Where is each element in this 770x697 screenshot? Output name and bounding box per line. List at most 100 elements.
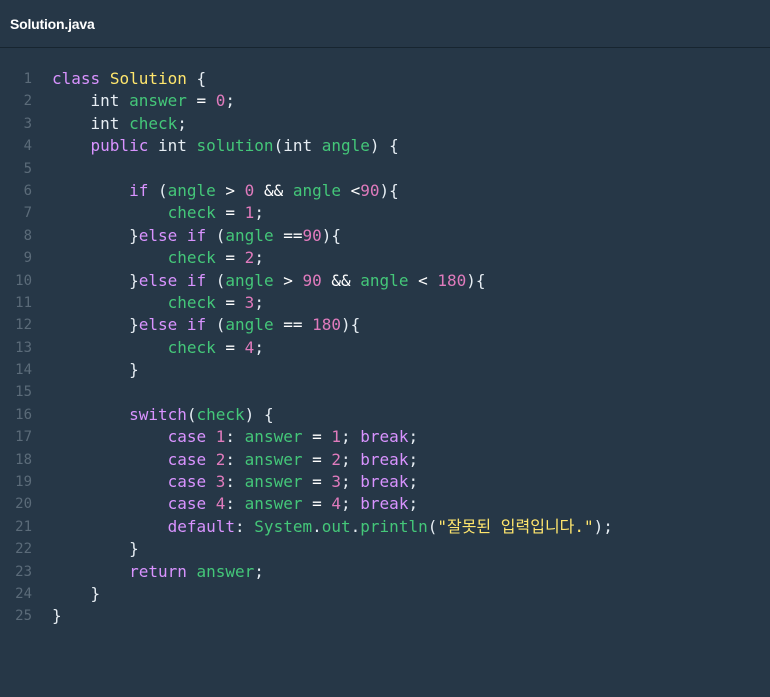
code-token: ( (427, 516, 438, 536)
code-token: } (52, 539, 139, 559)
code-token: default (167, 516, 236, 536)
code-text: } (32, 538, 139, 560)
line-number: 14 (15, 362, 32, 379)
code-token: int (52, 91, 130, 111)
code-token: 90 (360, 180, 380, 200)
code-token: angle (225, 225, 274, 245)
code-text: case 2: answer = 2; break; (32, 449, 419, 471)
code-text: check = 1; (32, 202, 264, 224)
code-text: default: System.out.println("잘못된 입력입니다."… (32, 516, 613, 538)
code-token: case (167, 472, 207, 492)
code-editor: Solution.java 1 class Solution {2 int ans… (0, 0, 770, 697)
line-number: 17 (15, 429, 32, 446)
code-line[interactable]: 15 (0, 381, 770, 403)
code-token: public (90, 136, 149, 156)
code-line[interactable]: 13 check = 4; (0, 337, 770, 359)
code-token: 3 (244, 292, 255, 312)
code-line[interactable]: 8 }else if (angle ==90){ (0, 225, 770, 247)
code-text: }else if (angle == 180){ (32, 314, 360, 336)
code-token: ( (206, 270, 226, 290)
code-token: ){ (466, 270, 486, 290)
line-number: 12 (15, 317, 32, 334)
code-token: = (215, 292, 245, 312)
code-text: public int solution(int angle) { (32, 135, 399, 157)
code-line[interactable]: 3 int check; (0, 113, 770, 135)
code-token: check (167, 337, 216, 357)
code-line[interactable]: 25} (0, 605, 770, 627)
code-token: < (341, 180, 361, 200)
line-number: 2 (23, 93, 32, 110)
line-number: 1 (23, 71, 32, 87)
code-token: angle (321, 136, 370, 156)
code-token: 90 (302, 225, 322, 245)
code-token: check (167, 248, 216, 268)
code-line[interactable]: 22 } (0, 538, 770, 560)
code-token: 1 (244, 203, 255, 223)
code-line[interactable]: 1 class Solution { (0, 68, 770, 90)
code-line[interactable]: 4 public int solution(int angle) { (0, 135, 770, 157)
code-token: 180 (437, 270, 467, 290)
code-line[interactable]: 6 if (angle > 0 && angle <90){ (0, 180, 770, 202)
code-line[interactable]: 9 check = 2; (0, 247, 770, 269)
code-text: int check; (32, 113, 187, 135)
code-line[interactable]: 10 }else if (angle > 90 && angle < 180){ (0, 270, 770, 292)
code-line[interactable]: 19 case 3: answer = 3; break; (0, 471, 770, 493)
code-token: Solution (109, 69, 187, 88)
code-text: if (angle > 0 && angle <90){ (32, 180, 399, 202)
code-token: (int (273, 136, 322, 156)
line-number: 25 (15, 608, 32, 625)
code-text: case 3: answer = 3; break; (32, 471, 419, 493)
code-line[interactable]: 7 check = 1; (0, 202, 770, 224)
code-line[interactable]: 20 case 4: answer = 4; break; (0, 493, 770, 515)
code-token: && (321, 270, 361, 290)
code-token: ; (254, 561, 264, 581)
code-token: ) { (369, 136, 399, 156)
code-token: else if (138, 315, 207, 335)
code-token: check (129, 113, 178, 133)
code-token: } (52, 270, 139, 290)
code-token: = (215, 203, 245, 223)
code-token: } (52, 315, 139, 335)
code-token: { (186, 69, 207, 88)
code-token: . (350, 516, 361, 536)
code-text: }else if (angle ==90){ (32, 225, 341, 247)
code-token: < (408, 270, 438, 290)
code-line[interactable]: 14 } (0, 359, 770, 381)
code-token: = (215, 248, 245, 268)
code-line[interactable]: 24 } (0, 583, 770, 605)
code-line[interactable]: 11 check = 3; (0, 292, 770, 314)
code-token: ( (206, 225, 226, 245)
code-token: ; (341, 494, 361, 514)
line-number: 3 (23, 115, 32, 132)
code-token: answer (129, 91, 187, 111)
code-line[interactable]: 17 case 1: answer = 1; break; (0, 426, 770, 448)
code-token: 90 (302, 270, 322, 290)
code-token: ; (254, 337, 264, 357)
code-area[interactable]: 1 class Solution {2 int answer = 0; 3 int … (0, 68, 770, 628)
code-token: switch (129, 404, 187, 424)
code-line[interactable]: 16 switch(check) { (0, 404, 770, 426)
code-line[interactable]: 18 case 2: answer = 2; break; (0, 449, 770, 471)
code-text: class Solution { (32, 68, 206, 90)
code-text: check = 2; (32, 247, 264, 269)
line-number: 18 (15, 451, 32, 468)
code-token: 2 (331, 449, 342, 469)
code-token: 2 (215, 449, 226, 469)
code-line[interactable]: 23 return answer; (0, 561, 770, 583)
code-token: out (321, 516, 351, 536)
code-token: "잘못된 입력입니다." (437, 516, 594, 536)
file-tab-title[interactable]: Solution.java (10, 16, 95, 32)
code-line[interactable]: 2 int answer = 0; (0, 90, 770, 112)
code-token: angle (225, 270, 274, 290)
code-text: } (32, 605, 62, 627)
code-token: else if (138, 270, 207, 290)
code-line[interactable]: 12 }else if (angle == 180){ (0, 314, 770, 336)
code-line[interactable]: 21 default: System.out.println("잘못된 입력입니… (0, 516, 770, 538)
code-line[interactable]: 5 (0, 158, 770, 180)
code-token: 0 (215, 91, 226, 111)
